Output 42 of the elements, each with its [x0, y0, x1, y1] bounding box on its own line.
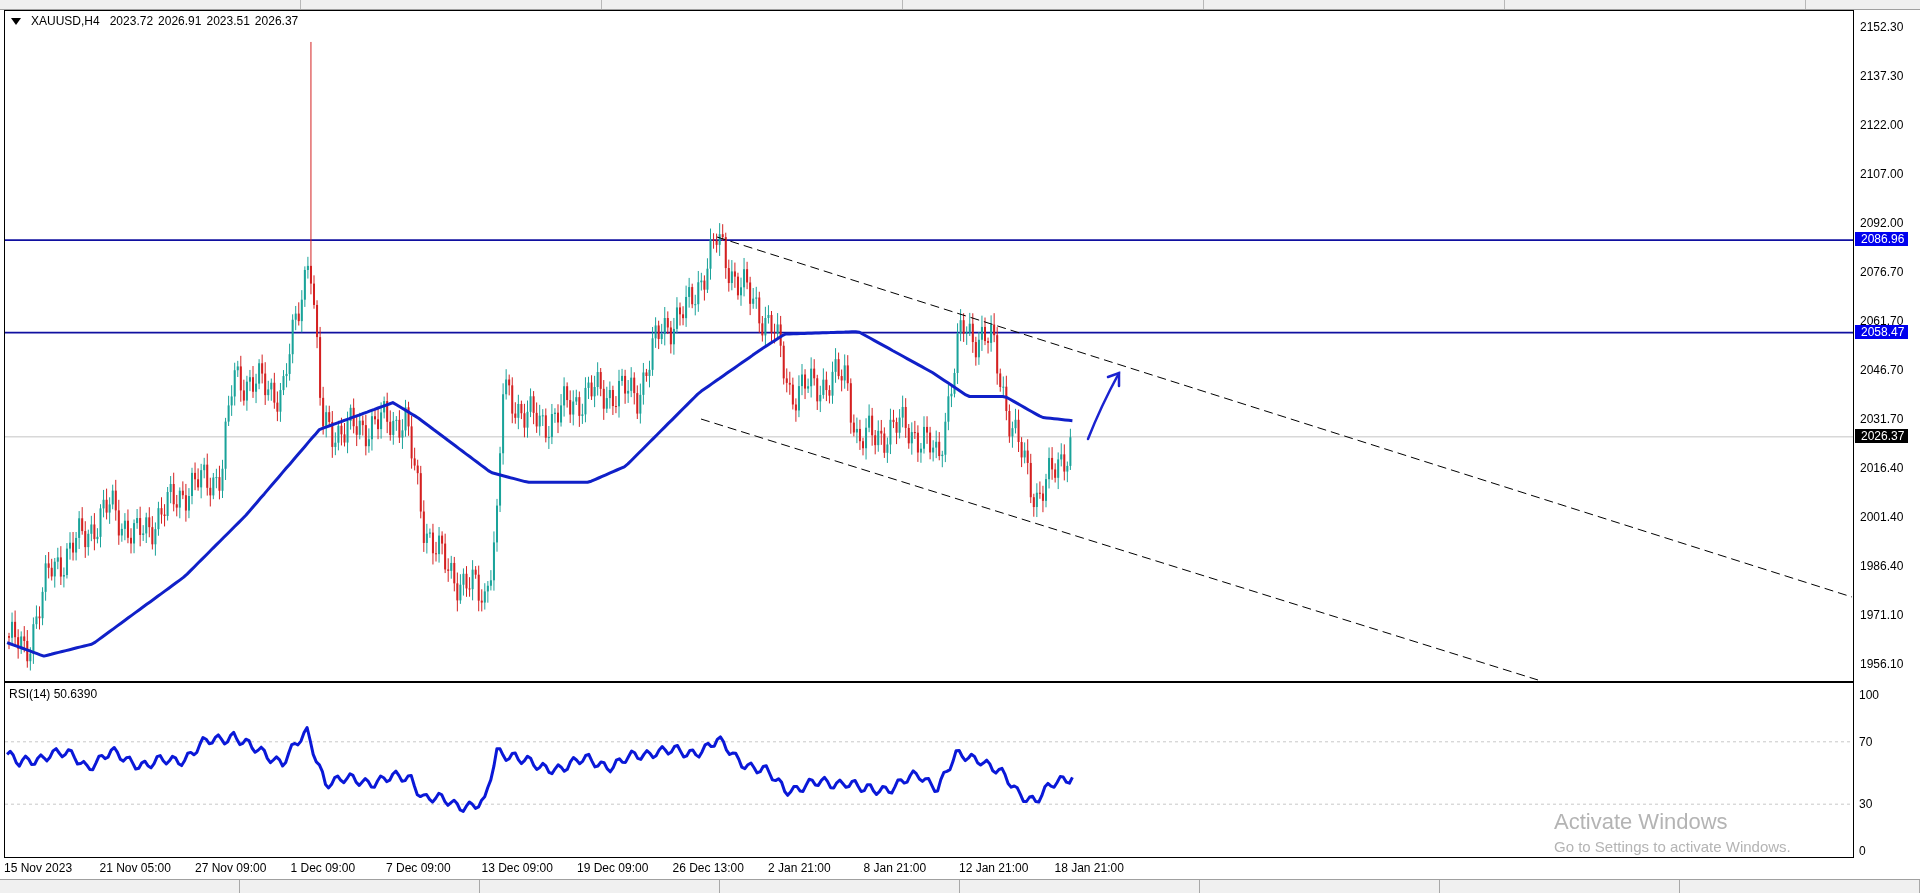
- rsi-axis-label: 70: [1859, 734, 1873, 749]
- time-axis-label: 2 Jan 21:00: [768, 860, 832, 877]
- price-axis-label: 2152.30: [1859, 20, 1905, 34]
- rsi-axis-label: 30: [1859, 797, 1873, 812]
- price-axis-label: 2122.00: [1859, 118, 1905, 132]
- ohlc-value: 2023.72: [109, 14, 154, 28]
- price-axis-label: 2137.30: [1859, 69, 1905, 83]
- ohlc-value: 2026.37: [254, 14, 299, 28]
- indicator-label: RSI(14) 50.6390: [9, 687, 98, 701]
- ohlc-value: 2023.51: [206, 14, 250, 28]
- time-axis-label: 13 Dec 09:00: [481, 860, 554, 877]
- price-axis-label: 2092.00: [1859, 216, 1905, 230]
- price-axis-label: 1956.10: [1859, 657, 1905, 671]
- price-axis-label: 2001.40: [1859, 510, 1905, 524]
- time-axis-label: 18 Jan 21:00: [1054, 860, 1125, 877]
- time-axis-label: 21 Nov 05:00: [99, 860, 172, 877]
- price-axis-label: 2076.70: [1859, 265, 1905, 279]
- time-axis-label: 8 Jan 21:00: [863, 860, 928, 877]
- time-axis-label: 19 Dec 09:00: [577, 860, 650, 877]
- time-axis-label: 27 Nov 09:00: [195, 860, 268, 877]
- time-axis-label: 15 Nov 2023: [4, 860, 74, 877]
- rsi-axis-label: 0: [1859, 844, 1866, 858]
- activation-notice-text: Go to Settings to activate Windows.: [1554, 837, 1791, 857]
- price-tag: 2086.96: [1855, 232, 1909, 247]
- time-axis-label: 26 Dec 13:00: [672, 860, 745, 877]
- price-axis-label: 2016.40: [1859, 461, 1905, 475]
- price-axis-label: 2107.00: [1859, 167, 1905, 181]
- price-axis-label: 2031.70: [1859, 412, 1905, 426]
- price-axis-label: 1986.40: [1859, 559, 1905, 573]
- time-axis-label: 1 Dec 09:00: [290, 860, 357, 877]
- price-axis-label: 1971.10: [1859, 608, 1905, 622]
- time-axis-label: 12 Jan 21:00: [959, 860, 1030, 877]
- price-tag: 2058.47: [1855, 324, 1909, 339]
- arrow: [1086, 371, 1121, 441]
- rsi-axis-label: 100: [1859, 688, 1880, 702]
- activation-notice-title: Activate Windows: [1554, 808, 1729, 836]
- price-axis-label: 2046.70: [1859, 363, 1905, 377]
- symbol-label: XAUUSD,H4: [31, 14, 100, 28]
- price-tag: 2026.37: [1855, 428, 1909, 443]
- time-axis-label: 7 Dec 09:00: [386, 860, 452, 877]
- dropdown-icon[interactable]: [11, 17, 21, 25]
- ohlc-value: 2026.91: [158, 14, 202, 28]
